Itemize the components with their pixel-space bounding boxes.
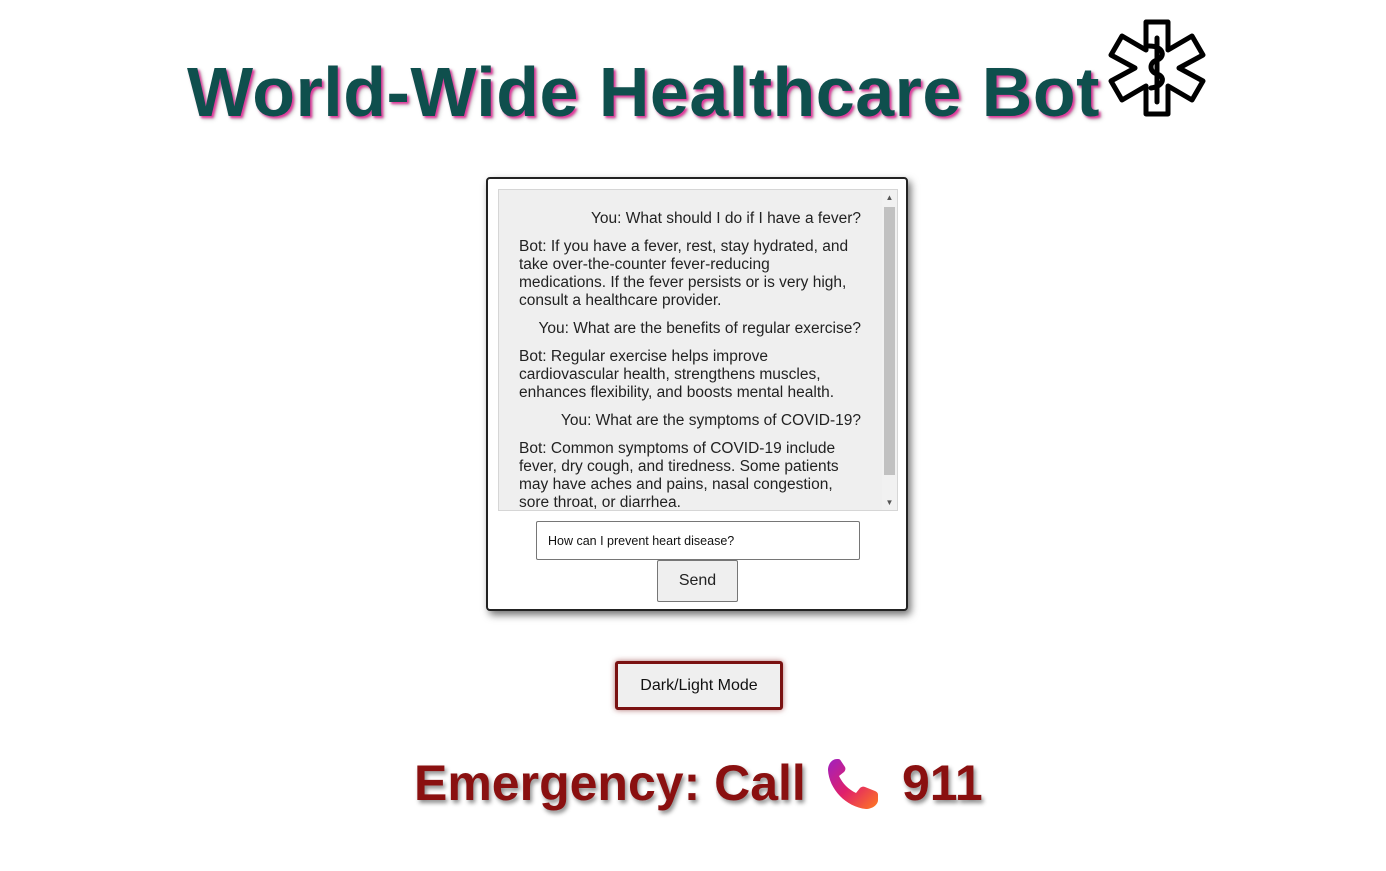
chat-scrollbar[interactable]: ▲ ▼ xyxy=(882,190,897,510)
message-list: You: What should I do if I have a fever?… xyxy=(519,210,861,511)
page-title: World-Wide Healthcare Bot xyxy=(187,53,1100,131)
user-message: You: What are the benefits of regular ex… xyxy=(538,320,861,337)
send-button[interactable]: Send xyxy=(657,560,738,602)
message-input[interactable] xyxy=(536,521,860,560)
bot-message: Bot: Regular exercise helps improve card… xyxy=(519,348,835,401)
header: World-Wide Healthcare Bot xyxy=(0,14,1386,131)
emergency-number: 911 xyxy=(902,755,983,811)
star-of-life-icon xyxy=(1108,19,1206,117)
phone-icon xyxy=(828,759,878,809)
chat-log[interactable]: You: What should I do if I have a fever?… xyxy=(498,189,898,511)
chat-container: You: What should I do if I have a fever?… xyxy=(486,177,908,611)
page: World-Wide Healthcare Bot You: What shou… xyxy=(0,0,1386,871)
user-message: You: What should I do if I have a fever? xyxy=(591,210,861,227)
scroll-up-arrow-icon[interactable]: ▲ xyxy=(882,190,897,205)
scroll-thumb[interactable] xyxy=(884,207,895,475)
bot-message: Bot: Common symptoms of COVID-19 include… xyxy=(519,440,839,511)
emergency-banner: Emergency: Call 911 xyxy=(0,752,1386,816)
user-message: You: What are the symptoms of COVID-19? xyxy=(560,412,861,429)
scroll-down-arrow-icon[interactable]: ▼ xyxy=(882,495,897,510)
bot-message: Bot: If you have a fever, rest, stay hyd… xyxy=(519,238,849,309)
emergency-label: Emergency: Call xyxy=(414,755,806,811)
dark-light-mode-button[interactable]: Dark/Light Mode xyxy=(615,661,783,710)
